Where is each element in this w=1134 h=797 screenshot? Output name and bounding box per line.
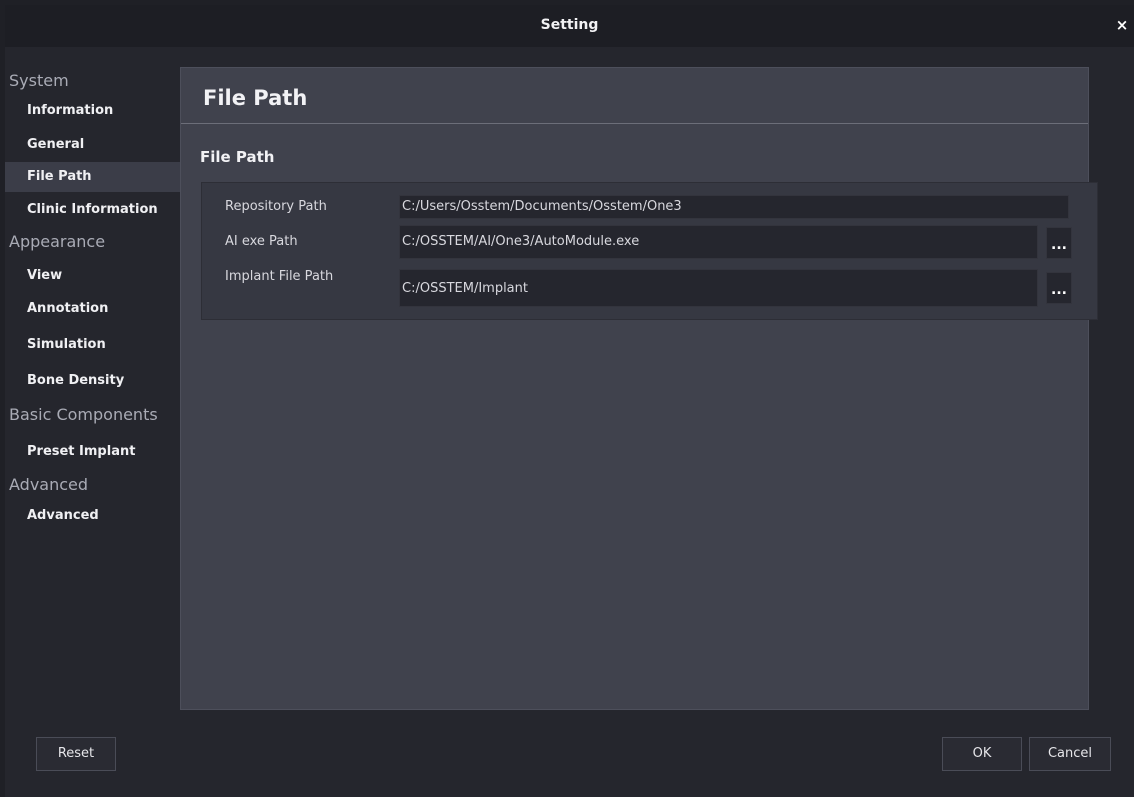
sidebar-item-advanced[interactable]: Advanced xyxy=(5,496,180,536)
close-icon: × xyxy=(1115,16,1129,34)
settings-content-panel: File Path File Path Repository Path C:/U… xyxy=(180,67,1098,710)
sidebar-item-annotation[interactable]: Annotation xyxy=(5,293,180,329)
ellipsis-icon: ... xyxy=(1051,237,1067,253)
sidebar-item-bone-density[interactable]: Bone Density xyxy=(5,365,180,401)
settings-sidebar: System Information General File Path Cli… xyxy=(5,69,180,536)
page-title: File Path xyxy=(181,68,1088,124)
implant-browse-button[interactable]: ... xyxy=(1046,272,1072,304)
sidebar-item-preset-implant[interactable]: Preset Implant xyxy=(5,429,180,474)
ellipsis-icon: ... xyxy=(1051,282,1067,298)
title-bar: Setting × xyxy=(5,5,1134,47)
ai-exe-browse-button[interactable]: ... xyxy=(1046,227,1072,259)
sidebar-section-advanced: Advanced xyxy=(9,475,89,494)
sidebar-section-system: System xyxy=(9,71,69,90)
implant-file-path-label: Implant File Path xyxy=(225,269,334,284)
repository-path-label: Repository Path xyxy=(225,199,327,214)
sidebar-item-information[interactable]: Information xyxy=(5,93,180,128)
sidebar-item-clinic-information[interactable]: Clinic Information xyxy=(5,192,180,228)
window-title: Setting xyxy=(540,17,599,33)
settings-window: Setting × System Information General Fil… xyxy=(5,5,1134,797)
ai-exe-path-field[interactable]: C:/OSSTEM/AI/One3/AutoModule.exe xyxy=(399,225,1038,259)
sidebar-item-simulation[interactable]: Simulation xyxy=(5,329,180,365)
cancel-button[interactable]: Cancel xyxy=(1029,737,1111,771)
reset-button[interactable]: Reset xyxy=(36,737,116,771)
sidebar-section-appearance: Appearance xyxy=(9,232,106,251)
sidebar-item-general[interactable]: General xyxy=(5,128,180,162)
repository-path-field[interactable]: C:/Users/Osstem/Documents/Osstem/One3 xyxy=(399,195,1069,219)
ai-exe-path-label: AI exe Path xyxy=(225,234,298,249)
sidebar-item-file-path[interactable]: File Path xyxy=(5,162,180,192)
close-button[interactable]: × xyxy=(1112,14,1132,36)
sidebar-section-basic-components: Basic Components xyxy=(9,405,158,424)
implant-file-path-field[interactable]: C:/OSSTEM/Implant xyxy=(399,269,1038,307)
sidebar-item-view[interactable]: View xyxy=(5,256,180,293)
file-path-group: Repository Path C:/Users/Osstem/Document… xyxy=(201,182,1098,320)
section-title: File Path xyxy=(200,148,275,166)
ok-button[interactable]: OK xyxy=(942,737,1022,771)
